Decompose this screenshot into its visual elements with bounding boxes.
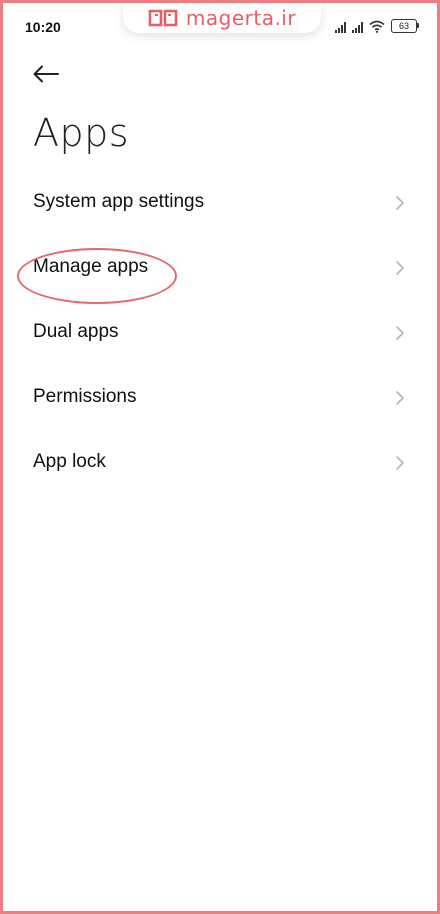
chevron-right-icon bbox=[396, 196, 404, 210]
page-title: Apps bbox=[33, 111, 130, 155]
back-button[interactable] bbox=[33, 61, 67, 87]
app-frame: 10:20 magerta.ir 63 Apps System app sett… bbox=[0, 0, 440, 914]
menu-item-label: Manage apps bbox=[33, 256, 149, 277]
wifi-icon bbox=[369, 20, 385, 33]
status-time: 10:20 bbox=[25, 19, 61, 35]
menu-item-label: Dual apps bbox=[33, 321, 119, 342]
menu-item-permissions[interactable]: Permissions bbox=[3, 366, 437, 431]
watermark-text: magerta.ir bbox=[185, 6, 297, 30]
status-bar: 10:20 magerta.ir 63 bbox=[3, 3, 437, 43]
battery-icon: 63 bbox=[391, 19, 419, 33]
signal-sim1-icon bbox=[335, 21, 346, 33]
arrow-left-icon bbox=[33, 65, 59, 83]
menu-item-system-app-settings[interactable]: System app settings bbox=[3, 171, 437, 236]
menu-item-label: System app settings bbox=[33, 191, 205, 212]
menu-item-label: App lock bbox=[33, 451, 106, 472]
chevron-right-icon bbox=[396, 391, 404, 405]
chevron-right-icon bbox=[396, 326, 404, 340]
menu-item-dual-apps[interactable]: Dual apps bbox=[3, 301, 437, 366]
menu-item-label: Permissions bbox=[33, 386, 137, 407]
menu-item-manage-apps[interactable]: Manage apps bbox=[3, 236, 437, 301]
chevron-right-icon bbox=[396, 456, 404, 470]
status-icons: 63 bbox=[335, 17, 419, 33]
menu-item-app-lock[interactable]: App lock bbox=[3, 431, 437, 496]
chevron-right-icon bbox=[396, 261, 404, 275]
menu-list: System app settings Manage apps Dual app… bbox=[3, 171, 437, 496]
book-logo-icon bbox=[148, 9, 178, 27]
signal-sim2-icon bbox=[352, 21, 363, 33]
watermark: magerta.ir bbox=[123, 3, 321, 33]
